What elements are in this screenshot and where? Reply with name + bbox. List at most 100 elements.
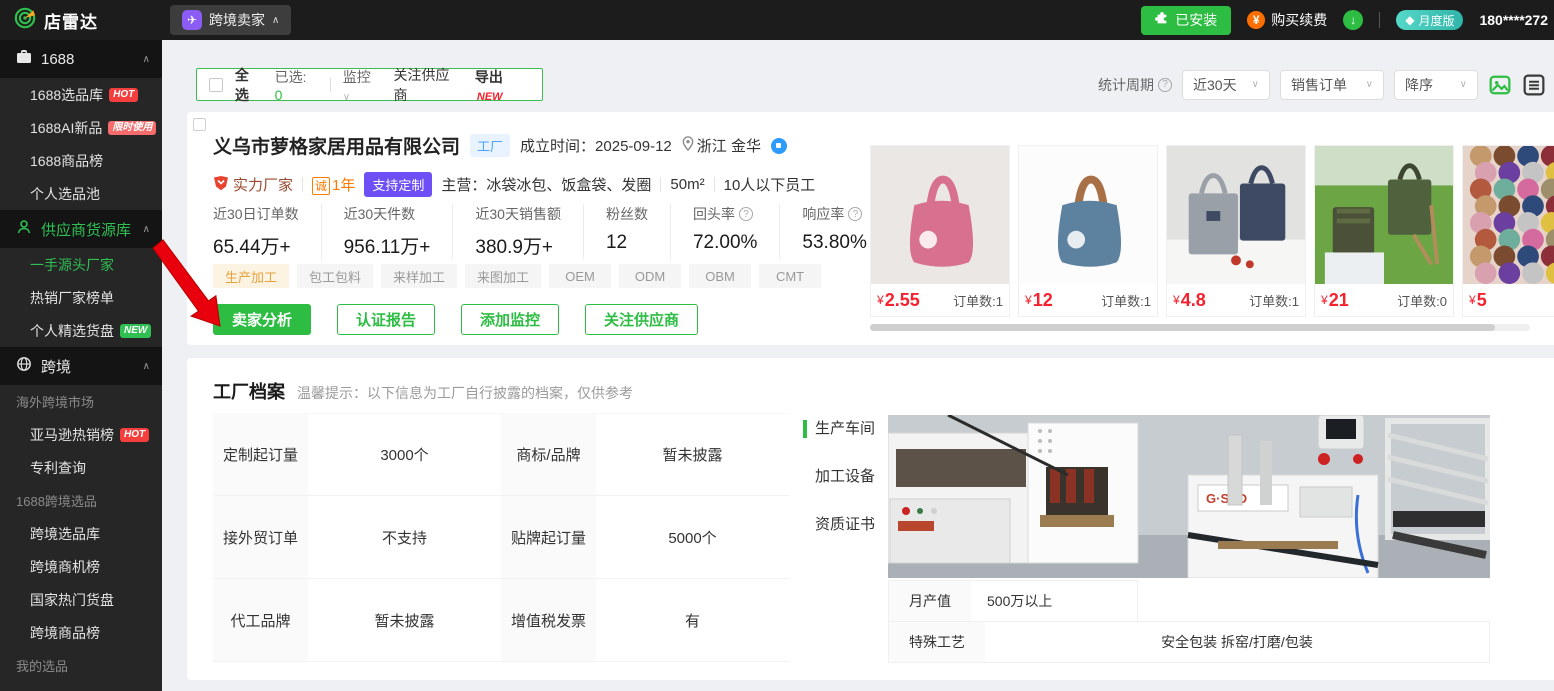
product-price: 21 [1329,290,1349,311]
info-value: 5000个 [596,496,789,578]
currency-symbol: ¥ [1025,293,1032,307]
outdoor-camo-bags-image [1315,146,1453,284]
product-card[interactable]: ¥12订单数:1 [1018,145,1158,317]
stat-item: 近30日订单数65.44万+ [213,204,322,259]
info-value: 3000个 [308,414,501,495]
monthly-output-value: 500万以上 [971,581,1052,621]
sidebar-item-yishou-yuantou[interactable]: 一手源头厂家 [0,248,162,281]
stat-item: 回头率72.00% [671,204,780,259]
puzzle-icon [1155,12,1169,29]
currency-symbol: ¥ [1173,293,1180,307]
sort-order-select[interactable]: 降序∨ [1394,70,1478,100]
sidebar-item-1688-xuanpinku[interactable]: 1688选品库HOT [0,78,162,111]
factory-workshop-photo[interactable]: G·SED [888,415,1490,578]
workspace-switcher[interactable]: ✈ 跨境卖家 ∧ [170,5,291,35]
sidebar-item-kuajing-shangpinbang[interactable]: 跨境商品榜 [0,616,162,649]
badge: 限时使用 [108,121,156,135]
chevron-up-icon: ∧ [143,54,150,65]
account-phone[interactable]: 180****272 [1479,12,1548,28]
sidebar-section-1688[interactable]: 1688∧ [0,40,162,78]
info-value: 暂未披露 [308,579,501,661]
photo-tab[interactable]: 生产车间 [799,418,875,440]
help-icon[interactable] [1158,78,1172,92]
top-bar: 店雷达 ✈ 跨境卖家 ∧ 已安装 ¥ 购买续费 ↓ ◆ 月度版 180****2… [0,0,1554,40]
blue-cooler-bag-image [1019,146,1157,284]
factory-profile-hint: 温馨提示：以下信息为工厂自行披露的档案，仅供参考 [297,383,633,403]
image-view-icon[interactable] [1488,73,1512,97]
app-logo[interactable]: 店雷达 [0,7,162,34]
sidebar-item-geren-jingxuan[interactable]: 个人精选货盘NEW [0,314,162,347]
factory-info-row: 代工品牌暂未披露增值税发票有 [213,579,789,662]
info-label: 接外贸订单 [213,496,308,578]
diamond-icon: ◆ [1405,13,1414,27]
company-location: 浙江 金华 [682,135,761,156]
installed-button[interactable]: 已安装 [1141,6,1231,35]
action-button[interactable]: 添加监控 [461,304,559,335]
currency-symbol: ¥ [1321,293,1328,307]
sort-field-select[interactable]: 销售订单∨ [1280,70,1384,100]
product-price: 12 [1033,290,1053,311]
info-value: 不支持 [308,496,501,578]
seller-analysis-button[interactable]: 卖家分析 [213,304,311,335]
action-buttons: 卖家分析认证报告添加监控关注供应商 [213,304,698,335]
info-label: 代工品牌 [213,579,308,661]
help-icon[interactable] [848,207,862,221]
select-all-checkbox[interactable] [209,78,223,92]
photo-tab[interactable]: 资质证书 [799,514,875,536]
action-button[interactable]: 认证报告 [337,304,435,335]
info-label: 贴牌起订量 [501,496,596,578]
selection-toolbar: 全选 已选: 0 监控 ∨ 关注供应商 导出NEW [196,68,543,101]
currency-symbol: ¥ [877,293,884,307]
info-label: 商标/品牌 [501,414,596,495]
sidebar-item-1688-ai-xinpin[interactable]: 1688AI新品限时使用 [0,111,162,144]
product-card[interactable]: ¥2.55订单数:1 [870,145,1010,317]
select-all-label[interactable]: 全选 [235,65,263,105]
period-select[interactable]: 近30天∨ [1182,70,1270,100]
export-action[interactable]: 导出NEW [475,67,530,103]
sidebar-item-guojia-remen[interactable]: 国家热门货盘 [0,583,162,616]
sidebar-item-rexiao-changjia[interactable]: 热销厂家榜单 [0,281,162,314]
shield-icon [213,175,229,195]
follow-supplier-action[interactable]: 关注供应商 [394,65,463,105]
monitor-menu[interactable]: 监控 ∨ [343,67,382,103]
workspace-label: 跨境卖家 [209,10,265,30]
currency-symbol: ¥ [1469,293,1476,307]
row-checkbox[interactable] [193,118,206,131]
product-order-count: 订单数:1 [1249,291,1299,310]
action-button[interactable]: 关注供应商 [585,304,698,335]
sidebar-item-geren-xuanpinchi[interactable]: 个人选品池 [0,177,162,210]
list-view-icon[interactable] [1522,73,1546,97]
sidebar-item-1688-shangpinbang[interactable]: 1688商品榜 [0,144,162,177]
product-order-count: 订单数:0 [1397,291,1447,310]
1688-link-icon[interactable] [771,138,787,154]
download-icon[interactable]: ↓ [1343,10,1363,30]
sidebar-item-kuajing-xuanpinku[interactable]: 跨境选品库 [0,517,162,550]
main-products: 主营：冰袋冰包、饭盒袋、发圈 [441,174,651,195]
sidebar-section-kuajing[interactable]: 跨境∧ [0,347,162,385]
radar-logo-icon [14,7,36,34]
support-custom-badge: 支持定制 [364,172,432,197]
plan-label: 月度版 [1418,12,1454,29]
product-card[interactable]: ¥5 [1462,145,1554,317]
sidebar-item-kuajing-shangjibang[interactable]: 跨境商机榜 [0,550,162,583]
help-icon[interactable] [739,207,753,221]
capability-tag: OBM [689,264,751,288]
sidebar-item-zhuanli-chaxun[interactable]: 专利查询 [0,451,162,484]
info-value: 有 [596,579,789,661]
stat-item: 近30天件数956.11万+ [322,204,454,259]
product-scrollbar-track[interactable] [870,324,1530,331]
product-scrollbar-thumb[interactable] [870,324,1495,331]
stats-row: 近30日订单数65.44万+近30天件数956.11万+近30天销售额380.9… [213,204,890,259]
app-title: 店雷达 [44,8,98,33]
sidebar-item-yamaxun-rexiao[interactable]: 亚马逊热销榜HOT [0,418,162,451]
factory-info-table: 定制起订量3000个商标/品牌暂未披露接外贸订单不支持贴牌起订量5000个代工品… [213,413,789,662]
renew-button[interactable]: ¥ 购买续费 [1247,10,1327,30]
capability-tag: 来图加工 [465,264,541,288]
company-name[interactable]: 义乌市萝格家居用品有限公司 [213,132,460,159]
photo-tab[interactable]: 加工设备 [799,466,875,488]
product-card[interactable]: ¥4.8订单数:1 [1166,145,1306,317]
stat-period-label: 统计周期 [1098,75,1172,95]
badge: NEW [120,324,151,338]
sidebar-section-gongyingshang[interactable]: 供应商货源库∧ [0,210,162,248]
product-card[interactable]: ¥21 订单数:0 [1314,145,1454,317]
